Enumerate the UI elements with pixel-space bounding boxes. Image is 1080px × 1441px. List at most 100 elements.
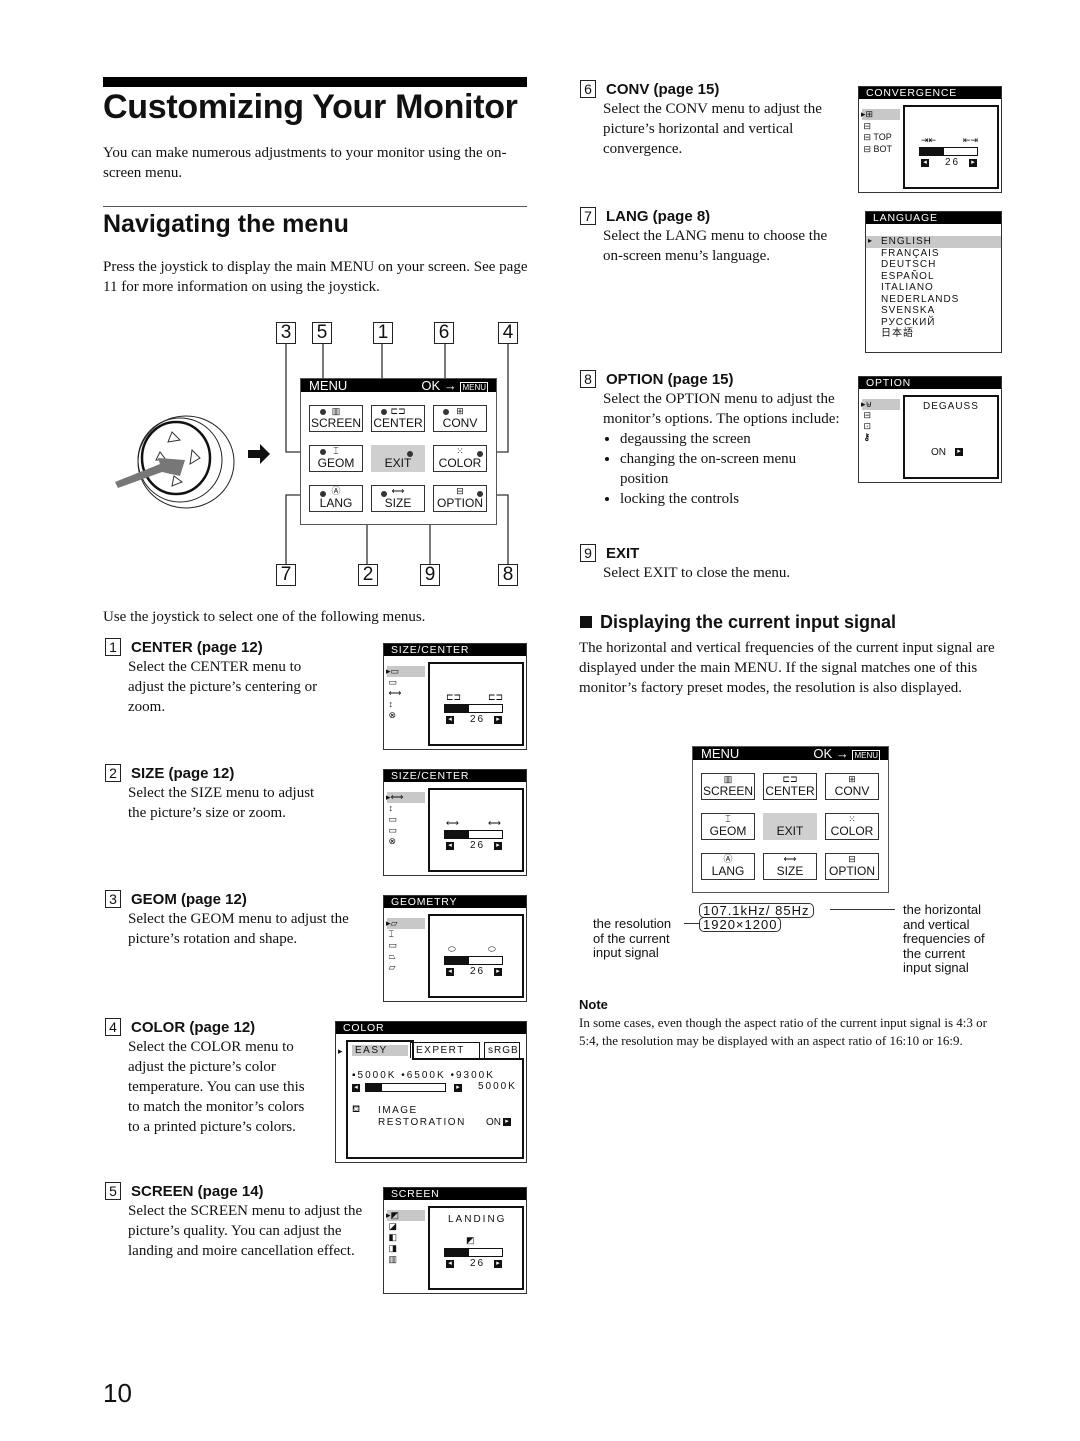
menu-button-geom[interactable]: ⌶ GEOM <box>309 445 363 472</box>
callout-dot <box>320 491 326 497</box>
osd-title: OPTION <box>859 377 1001 389</box>
section-body: Select the GEOM menu to adjust the pictu… <box>128 911 349 947</box>
level-bar <box>444 1248 503 1257</box>
language-option[interactable]: 日本語 <box>866 328 1001 340</box>
menu-button-exit[interactable]: EXIT <box>371 445 425 472</box>
input-signal-heading: Displaying the current input signal <box>580 612 896 633</box>
language-list: ENGLISH FRANÇAIS DEUTSCH ESPAÑOL ITALIANO NED… <box>866 236 1001 340</box>
menu-button-conv[interactable]: ⊞ CONV <box>825 773 879 800</box>
section-heading: COLOR (page 12) <box>131 1019 256 1036</box>
language-option[interactable]: DEUTSCH <box>866 259 1001 271</box>
section-title: Navigating the menu <box>103 210 349 238</box>
language-option[interactable]: NEDERLANDS <box>866 294 1001 306</box>
restoration-value: ON <box>486 1117 501 1128</box>
menu-button-lang[interactable]: Ⓐ LANG <box>701 853 755 880</box>
menu-button-geom[interactable]: ⌶ GEOM <box>701 813 755 840</box>
language-option[interactable]: ENGLISH <box>866 236 1001 248</box>
section-body: Select EXIT to close the menu. <box>603 565 791 581</box>
restoration-label: IMAGE <box>378 1105 418 1116</box>
option-bullets: degaussing the screen changing the on-sc… <box>580 429 830 509</box>
section-number: 1 <box>105 638 121 656</box>
language-option[interactable]: SVENSKA <box>866 305 1001 317</box>
osd-menu-icons: ▸▭ ▭ ⟷ ↕ ⊗ <box>386 666 402 720</box>
osd-screen: SCREEN ▸◩ ◪ ◧ ◨ ▥ LANDING ◩ ◂ 26 ▸ <box>383 1187 527 1294</box>
menu-button-option[interactable]: ⊟ OPTION <box>825 853 879 880</box>
osd-title: COLOR <box>336 1022 526 1034</box>
main-menu-osd: MENU OK → MENU ▥ SCREEN ⊏⊐ CENTER ⊞ CONV ⌶ G… <box>300 378 497 525</box>
menu-button-screen[interactable]: ▥ SCREEN <box>309 405 363 432</box>
section-body: Select the OPTION menu to adjust the mon… <box>603 391 840 427</box>
osd-menu-icons: ▸⟷ ↕ ▭ ▭ ⊗ <box>386 792 404 846</box>
level-value: 26 <box>470 714 486 725</box>
section-body: Select the COLOR menu to adjust the pict… <box>128 1039 305 1135</box>
bullet-item: changing the on-screen menu position <box>620 449 830 489</box>
section-number: 2 <box>105 764 121 782</box>
section-body: Select the LANG menu to choose the on-sc… <box>603 228 828 264</box>
increase-icon: ▸ <box>494 1260 502 1268</box>
menu-button-center[interactable]: ⊏⊐ CENTER <box>763 773 817 800</box>
section-body: Select the CONV menu to adjust the pictu… <box>603 101 822 157</box>
frequency-readout: 107.1kHz/ 85Hz <box>699 903 814 918</box>
menu-icon: MENU <box>460 382 488 393</box>
menu-button-conv[interactable]: ⊞ CONV <box>433 405 487 432</box>
menu-button-exit[interactable]: EXIT <box>763 813 817 840</box>
main-menu-osd-signal: MENU OK → MENU ▥ SCREEN ⊏⊐ CENTER ⊞ CONV ⌶ G… <box>692 746 889 893</box>
language-option[interactable]: ITALIANO <box>866 282 1001 294</box>
section-heading: CENTER (page 12) <box>131 639 263 656</box>
osd-color: COLOR ▸ EASY EXPERT sRGB ▪5000K •6500K •… <box>335 1021 527 1163</box>
menu-button-screen[interactable]: ▥ SCREEN <box>701 773 755 800</box>
menu-button-lang[interactable]: Ⓐ LANG <box>309 485 363 512</box>
tab-expert[interactable]: EXPERT <box>410 1042 480 1058</box>
callout-dot <box>320 449 326 455</box>
section-number: 7 <box>580 207 596 225</box>
increase-icon: ▸ <box>494 716 502 724</box>
section-color: 4 COLOR (page 12) Select the COLOR menu … <box>105 1018 325 1137</box>
menu-button-size[interactable]: ⟷ SIZE <box>763 853 817 880</box>
landing-label: LANDING <box>448 1214 507 1225</box>
decrease-icon: ◂ <box>352 1084 360 1092</box>
rotate-left-icon: ⬭ <box>448 944 456 954</box>
callout-dot <box>443 409 449 415</box>
level-value: 26 <box>470 1258 486 1269</box>
bullet-item: degaussing the screen <box>620 429 830 449</box>
menu-title: MENU <box>701 746 740 761</box>
menu-button-color[interactable]: ⁙ COLOR <box>825 813 879 840</box>
language-option[interactable]: РУССКИЙ <box>866 317 1001 329</box>
section-heading: EXIT <box>606 545 640 562</box>
resolution-caption: the resolution of the current input sign… <box>593 916 672 960</box>
language-option[interactable]: ESPAÑOL <box>866 271 1001 283</box>
frequency-caption: the horizontal and vertical frequencies … <box>903 902 985 975</box>
tab-srgb[interactable]: sRGB <box>484 1042 520 1058</box>
increase-icon: ▸ <box>955 448 963 456</box>
restoration-label: RESTORATION <box>378 1117 466 1128</box>
conv-in-icon: ⇥⇤ <box>921 135 937 145</box>
level-bar <box>444 704 503 713</box>
section-heading: SCREEN (page 14) <box>131 1183 264 1200</box>
osd-title: LANGUAGE <box>866 212 1001 224</box>
bullet-item: locking the controls <box>620 489 830 509</box>
frequency-callout-line <box>830 909 895 910</box>
increase-icon: ▸ <box>969 159 977 167</box>
section-heading: OPTION (page 15) <box>606 371 734 388</box>
language-option[interactable]: FRANÇAIS <box>866 248 1001 260</box>
section-heading: CONV (page 15) <box>606 81 720 98</box>
menu-button-color[interactable]: ⁙ COLOR <box>433 445 487 472</box>
image-restoration-icon: ⛾ <box>352 1104 361 1115</box>
tab-easy[interactable]: EASY <box>346 1040 414 1060</box>
section-number: 4 <box>105 1018 121 1036</box>
increase-icon: ▸ <box>494 968 502 976</box>
menu-button-size[interactable]: ⟷ SIZE <box>371 485 425 512</box>
section-center: 1 CENTER (page 12) Select the CENTER men… <box>105 638 365 717</box>
osd-title: GEOMETRY <box>384 896 526 908</box>
menu-button-center[interactable]: ⊏⊐ CENTER <box>371 405 425 432</box>
resolution-callout-line <box>684 923 699 924</box>
section-divider <box>103 206 527 207</box>
osd-title: CONVERGENCE <box>859 87 1001 99</box>
section-number: 6 <box>580 80 596 98</box>
menu-button-option[interactable]: ⊟ OPTION <box>433 485 487 512</box>
page-number: 10 <box>103 1378 132 1408</box>
note-body: In some cases, even though the aspect ra… <box>579 1015 987 1048</box>
level-value: 26 <box>945 157 961 168</box>
section-body: Select the SCREEN menu to adjust the pic… <box>128 1203 363 1259</box>
increase-icon: ▸ <box>454 1084 462 1092</box>
